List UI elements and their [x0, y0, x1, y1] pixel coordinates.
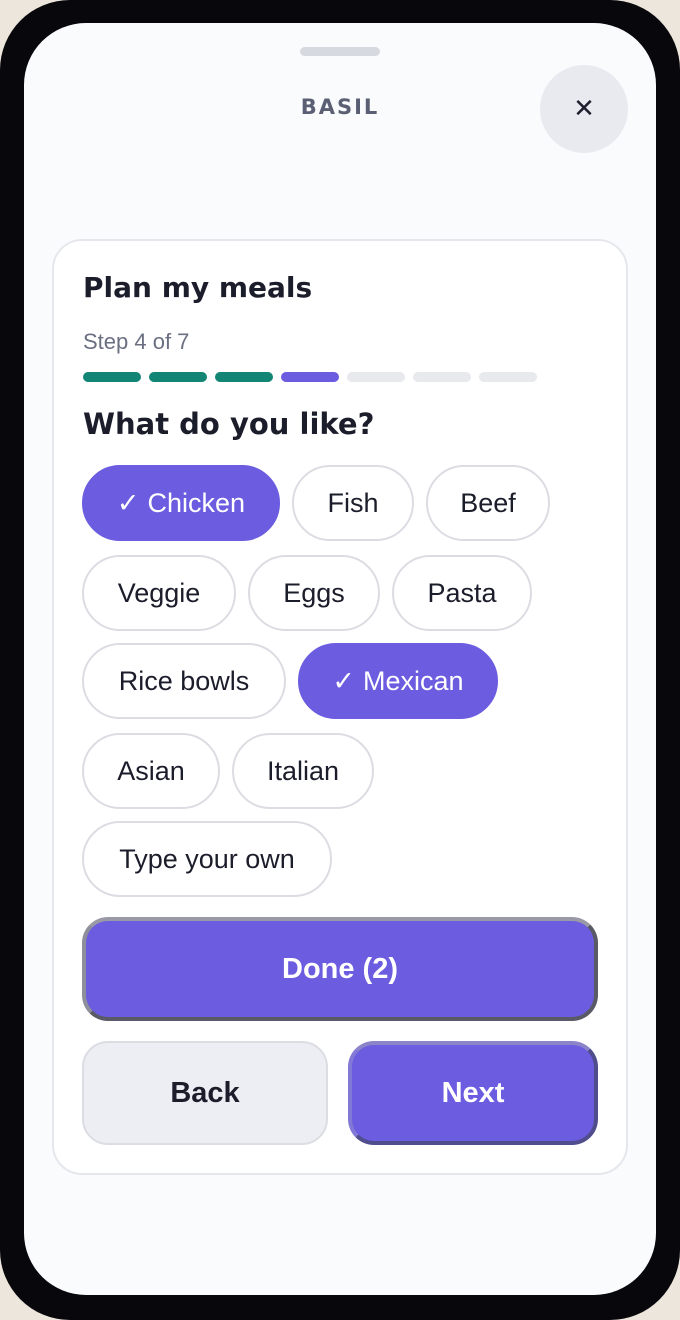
- sheet-drag-handle[interactable]: [300, 47, 380, 56]
- chip-label: Italian: [266, 755, 340, 786]
- next-button[interactable]: Next: [348, 1041, 598, 1145]
- progress-segment: [281, 372, 339, 382]
- progress-segment: [215, 372, 273, 382]
- chip-label: Type your own: [119, 843, 295, 874]
- close-button[interactable]: ✕: [540, 65, 628, 153]
- meal-planner-card: Plan my meals Step 4 of 7 What do you li…: [52, 239, 628, 1175]
- chip-label: Chicken: [147, 487, 246, 518]
- chip-type-your-own[interactable]: Type your own: [82, 821, 332, 897]
- chip-label: Fish: [327, 487, 379, 518]
- chip-label: Mexican: [363, 665, 464, 696]
- chip-fish[interactable]: Fish: [292, 465, 414, 541]
- close-icon: ✕: [573, 94, 595, 124]
- phone-frame: BASIL ✕ Plan my meals Step 4 of 7 What d…: [0, 0, 680, 1320]
- step-progress-bar: [83, 372, 537, 382]
- chip-italian[interactable]: Italian: [232, 733, 374, 809]
- checkmark-icon: ✓: [116, 487, 140, 518]
- screen: BASIL ✕ Plan my meals Step 4 of 7 What d…: [24, 23, 656, 1295]
- progress-segment: [149, 372, 207, 382]
- next-button-label: Next: [441, 1076, 505, 1109]
- chip-veggie[interactable]: Veggie: [82, 555, 236, 631]
- checkmark-icon: ✓: [332, 665, 356, 696]
- chip-pasta[interactable]: Pasta: [392, 555, 532, 631]
- progress-segment: [347, 372, 405, 382]
- chip-label: Eggs: [283, 577, 345, 608]
- done-button[interactable]: Done (2): [82, 917, 598, 1021]
- step-indicator: Step 4 of 7: [83, 329, 190, 354]
- progress-segment: [479, 372, 537, 382]
- chip-label: Beef: [460, 487, 516, 518]
- chip-label: Rice bowls: [118, 665, 250, 696]
- chip-asian[interactable]: Asian: [82, 733, 220, 809]
- chip-beef[interactable]: Beef: [426, 465, 550, 541]
- chip-rice-bowls[interactable]: Rice bowls: [82, 643, 286, 719]
- chip-label: Pasta: [427, 577, 497, 608]
- progress-segment: [83, 372, 141, 382]
- question-heading: What do you like?: [83, 407, 375, 441]
- chip-eggs[interactable]: Eggs: [248, 555, 380, 631]
- done-button-label: Done (2): [282, 952, 398, 985]
- chip-chicken[interactable]: ✓ Chicken: [82, 465, 280, 541]
- card-title: Plan my meals: [83, 271, 313, 304]
- back-button-label: Back: [170, 1076, 240, 1109]
- back-button[interactable]: Back: [82, 1041, 328, 1145]
- chip-label: Veggie: [117, 577, 201, 608]
- chip-label: Asian: [117, 755, 185, 786]
- progress-segment: [413, 372, 471, 382]
- chip-mexican[interactable]: ✓ Mexican: [298, 643, 498, 719]
